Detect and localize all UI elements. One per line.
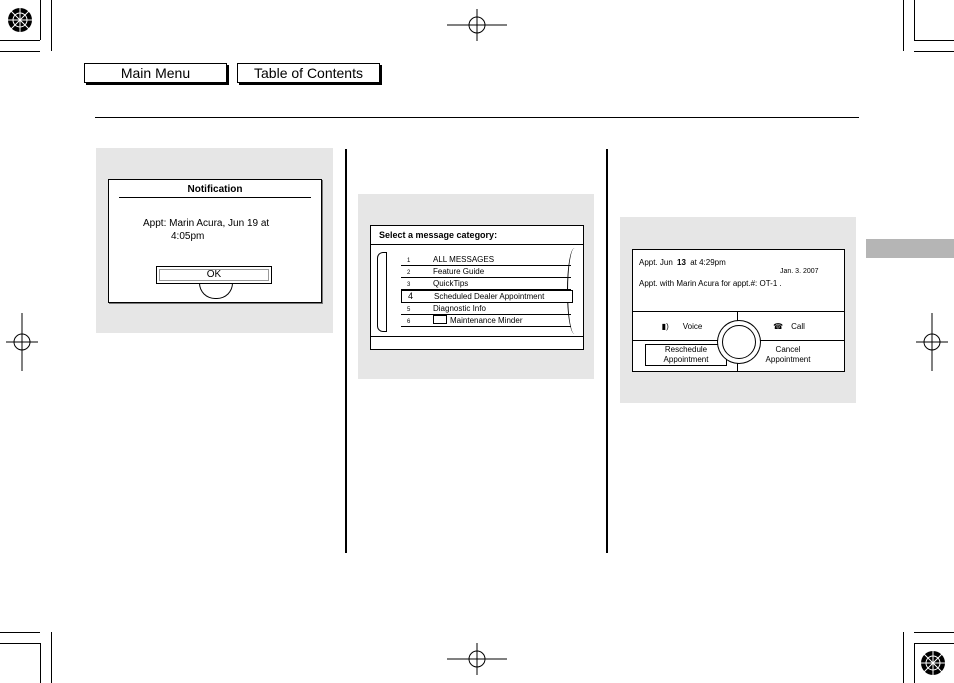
column-separator-2 <box>606 149 608 553</box>
crosshair-top-center <box>447 9 507 41</box>
category-item-label: ALL MESSAGES <box>433 255 495 264</box>
category-item-quicktips[interactable]: 3 QuickTips <box>401 278 571 290</box>
phone-icon: ☎ <box>773 322 784 331</box>
selector-knob-icon <box>722 325 756 359</box>
appointment-details: Appt. with Marin Acura for appt.#: OT-1 … <box>639 279 782 288</box>
reschedule-label-2: Appointment <box>663 355 709 364</box>
scroll-track <box>377 252 387 332</box>
category-item-scheduled-dealer-appointment[interactable]: 4 Scheduled Dealer Appointment <box>401 290 573 303</box>
category-title: Select a message category: <box>379 230 498 240</box>
category-item-label: Scheduled Dealer Appointment <box>434 292 545 301</box>
notification-title-rule <box>119 197 311 198</box>
column-separator-1 <box>345 149 347 553</box>
section-tab <box>866 239 954 258</box>
category-item-label: Maintenance Minder <box>450 316 523 325</box>
wrench-icon <box>433 315 447 324</box>
cancel-appointment-button[interactable]: Cancel Appointment <box>753 345 823 365</box>
category-item-number: 4 <box>408 291 414 301</box>
cancel-label-2: Appointment <box>765 355 811 364</box>
crosshair-left <box>6 313 38 371</box>
notification-dialog: Notification Appt: Marin Acura, Jun 19 a… <box>108 179 322 303</box>
call-label: Call <box>791 322 805 331</box>
voice-label: Voice <box>682 322 703 331</box>
table-of-contents-button[interactable]: Table of Contents <box>237 63 380 83</box>
category-item-number: 6 <box>407 319 411 325</box>
category-item-maintenance-minder[interactable]: 6 Maintenance Minder <box>401 315 571 327</box>
category-item-all-messages[interactable]: 1 ALL MESSAGES <box>401 254 571 266</box>
notification-title: Notification <box>187 184 243 195</box>
appointment-day: 13 <box>677 258 686 267</box>
main-menu-button[interactable]: Main Menu <box>84 63 227 83</box>
notification-text-line-2: 4:05pm <box>171 231 205 242</box>
category-bottom-rule <box>371 336 583 337</box>
appointment-screen: Appt. Jun 13 at 4:29pm Jan. 3. 2007 Appt… <box>632 249 845 372</box>
registration-mark-top-left <box>7 7 33 33</box>
crosshair-bottom-center <box>447 643 507 675</box>
reschedule-label-1: Reschedule <box>664 345 708 354</box>
appointment-when-suffix: at 4:29pm <box>690 258 726 267</box>
category-item-diagnostic-info[interactable]: 5 Diagnostic Info <box>401 303 571 315</box>
header-rule <box>95 117 859 118</box>
cancel-label-1: Cancel <box>775 345 801 354</box>
category-item-feature-guide[interactable]: 2 Feature Guide <box>401 266 571 278</box>
call-button[interactable]: ☎ Call <box>759 322 819 332</box>
category-item-label: Diagnostic Info <box>433 304 486 313</box>
notification-text-line-1: Appt: Marin Acura, Jun 19 at <box>143 218 270 229</box>
appointment-when: Appt. Jun 13 at 4:29pm <box>639 258 726 267</box>
ok-button[interactable]: OK <box>156 266 272 284</box>
crosshair-right <box>916 313 948 371</box>
category-item-label: QuickTips <box>433 279 469 288</box>
appointment-when-prefix: Appt. Jun <box>639 258 673 267</box>
category-item-label: Feature Guide <box>433 267 485 276</box>
voice-button[interactable]: ▮) Voice <box>647 322 717 332</box>
appointment-date: Jan. 3. 2007 <box>780 268 819 275</box>
appointment-divider <box>633 311 844 312</box>
reschedule-appointment-button[interactable]: Reschedule Appointment <box>645 344 727 366</box>
category-title-rule <box>371 244 583 245</box>
message-category-screen: Select a message category: 1 ALL MESSAGES… <box>370 225 584 350</box>
registration-mark-bottom-right <box>920 650 946 676</box>
speaker-icon: ▮) <box>661 322 669 331</box>
